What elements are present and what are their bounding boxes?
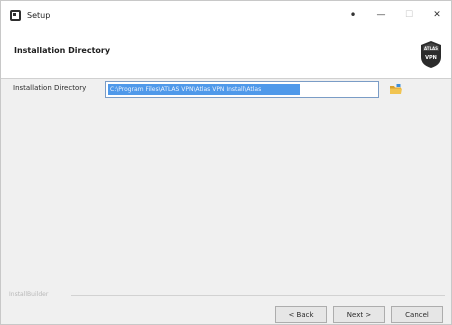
- minimize-button[interactable]: —: [367, 1, 395, 29]
- logo-text-top: ATLAS: [424, 46, 438, 51]
- page-title: Installation Directory: [14, 46, 111, 55]
- installation-directory-input[interactable]: C:\Program Files\ATLAS VPN\Atlas VPN Ins…: [105, 81, 379, 98]
- footer-separator: InstallBuilder: [9, 291, 445, 298]
- logo-text-bottom: VPN: [425, 55, 437, 61]
- browse-folder-icon[interactable]: [389, 83, 403, 96]
- close-button[interactable]: ✕: [423, 1, 451, 29]
- atlas-vpn-logo: ATLAS VPN: [421, 41, 441, 68]
- next-button[interactable]: Next >: [333, 306, 385, 323]
- window-controls: • — ☐ ✕: [339, 1, 451, 29]
- title-bar: Setup • — ☐ ✕: [1, 1, 451, 29]
- maximize-button: ☐: [404, 10, 414, 20]
- window-title: Setup: [27, 10, 51, 20]
- selected-path-text: C:\Program Files\ATLAS VPN\Atlas VPN Ins…: [108, 84, 300, 95]
- installation-directory-label: Installation Directory: [13, 84, 87, 92]
- installation-directory-row: Installation Directory C:\Program Files\…: [13, 81, 433, 99]
- back-button[interactable]: < Back: [275, 306, 327, 323]
- cancel-button[interactable]: Cancel: [391, 306, 443, 323]
- setup-app-icon: [10, 9, 21, 21]
- installbuilder-brand: InstallBuilder: [9, 291, 54, 298]
- navigation-buttons: < Back Next > Cancel: [275, 306, 443, 323]
- help-dot-icon[interactable]: •: [339, 1, 367, 29]
- setup-window: Setup • — ☐ ✕ Installation Directory ATL…: [0, 0, 452, 325]
- footer-rule: [71, 295, 445, 296]
- page-header: Installation Directory ATLAS VPN: [1, 29, 451, 79]
